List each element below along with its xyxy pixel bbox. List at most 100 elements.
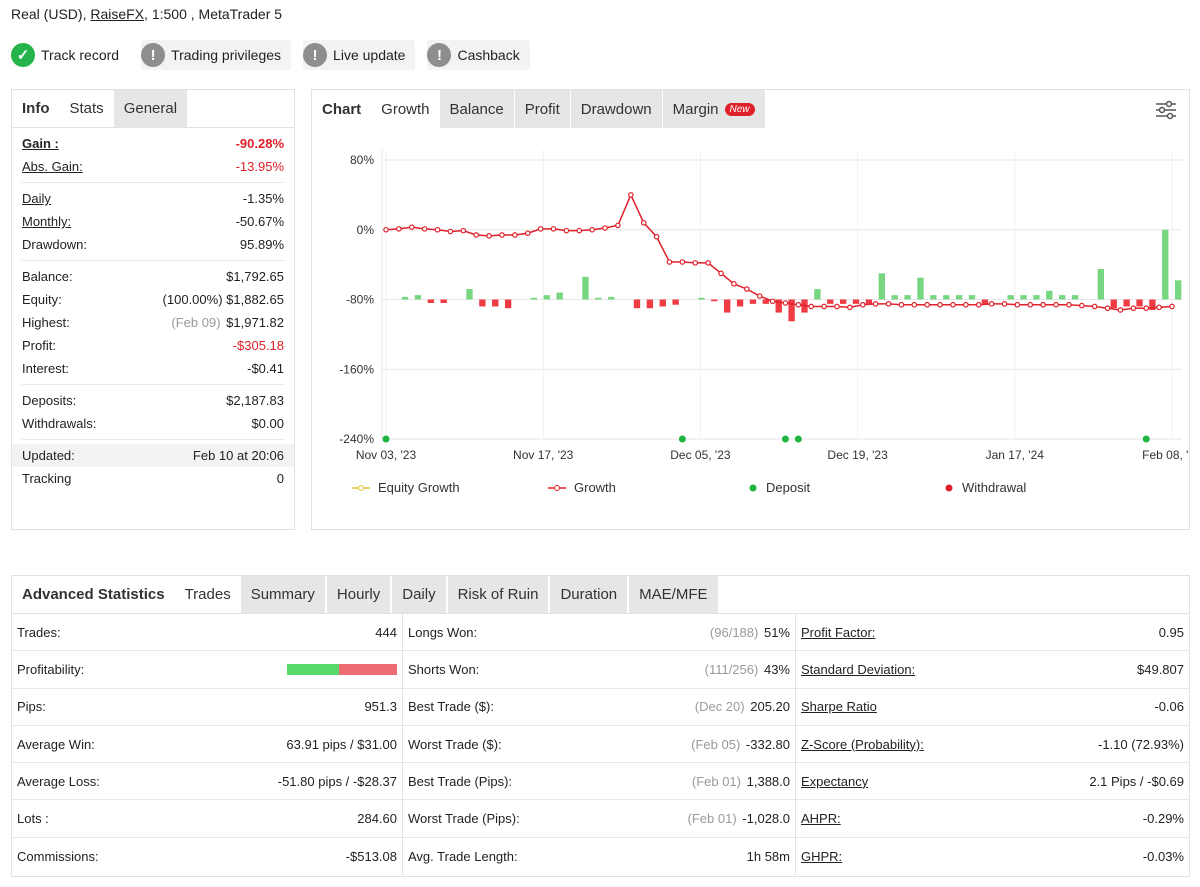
deposit-marker xyxy=(678,435,686,443)
badge-track-record[interactable]: ✓ Track record xyxy=(11,40,129,70)
badge-trading-privileges[interactable]: ! Trading privileges xyxy=(141,40,292,70)
chart-tabs: Chart Growth Balance Profit Drawdown Mar… xyxy=(312,90,1189,128)
stat-row: Trades: 444 xyxy=(12,614,402,652)
growth-point xyxy=(563,227,570,234)
growth-point xyxy=(550,226,557,232)
tab-mae-mfe[interactable]: MAE/MFE xyxy=(629,576,720,613)
growth-point xyxy=(1027,301,1034,308)
tab-profit[interactable]: Profit xyxy=(514,90,571,128)
leverage-platform: , 1:500 , MetaTrader 5 xyxy=(144,6,283,22)
stat-row: Average Win: 63.91 pips / $31.00 xyxy=(12,726,402,764)
tab-summary[interactable]: Summary xyxy=(240,576,327,613)
growth-point xyxy=(692,260,699,266)
tab-hourly[interactable]: Hourly xyxy=(326,576,393,613)
growth-point xyxy=(408,224,415,230)
profitability-bar xyxy=(287,663,397,675)
growth-point xyxy=(628,192,634,198)
deposit-marker xyxy=(382,435,390,443)
stat-row: Best Trade (Pips): (Feb 01) 1,388.0 xyxy=(403,763,795,801)
tab-drawdown[interactable]: Drawdown xyxy=(570,90,663,128)
profit-bar xyxy=(1020,295,1027,300)
legend-equity-growth[interactable]: Equity Growth xyxy=(352,480,548,495)
tab-margin[interactable]: Margin New xyxy=(662,90,766,128)
growth-point xyxy=(396,226,402,232)
legend-growth[interactable]: Growth xyxy=(548,480,748,495)
growth-point xyxy=(769,298,776,305)
chart-panel: Chart Growth Balance Profit Drawdown Mar… xyxy=(311,89,1190,530)
info-tabs: Info Stats General xyxy=(12,90,294,128)
profit-bar xyxy=(543,295,550,300)
growth-line xyxy=(385,193,1173,311)
tab-trades[interactable]: Trades xyxy=(175,576,241,613)
profit-bar xyxy=(891,295,898,300)
tab-growth[interactable]: Growth xyxy=(371,90,440,128)
profit-bar xyxy=(711,299,718,302)
highest-row: Highest: (Feb 09) $1,971.82 xyxy=(22,315,284,330)
stat-row: AHPR: -0.29% xyxy=(796,800,1189,838)
monthly-row: Monthly: -50.67% xyxy=(22,214,284,229)
exclamation-icon: ! xyxy=(427,43,452,67)
info-panel: Info Stats General Gain : -90.28% Abs. G… xyxy=(11,89,295,530)
stats-title: Advanced Statistics xyxy=(22,586,165,603)
x-tick-label: Feb 08, '24 xyxy=(1142,448,1189,462)
tracking-row: Tracking 0 xyxy=(22,471,284,486)
growth-point xyxy=(963,301,969,308)
profit-bar xyxy=(1007,295,1014,300)
profit-bar xyxy=(1175,280,1182,300)
stat-row: Commissions: -$513.08 xyxy=(17,848,397,864)
x-tick-label: Nov 17, '23 xyxy=(513,448,574,462)
profit-bar xyxy=(904,295,911,300)
tab-risk-of-ruin[interactable]: Risk of Ruin xyxy=(447,576,551,613)
growth-point xyxy=(486,233,492,239)
profit-bar xyxy=(1110,299,1117,309)
growth-point xyxy=(834,303,840,310)
growth-point xyxy=(537,226,544,232)
growth-point xyxy=(524,230,531,237)
growth-point xyxy=(447,228,454,235)
y-tick-label: -240% xyxy=(339,432,374,446)
stat-row: Avg. Trade Length: 1h 58m xyxy=(408,848,790,864)
growth-point xyxy=(460,227,467,234)
tab-daily[interactable]: Daily xyxy=(392,576,448,613)
growth-point xyxy=(821,303,827,310)
profit-bar xyxy=(582,276,589,300)
y-tick-label: -80% xyxy=(346,293,374,307)
account-header: Real (USD), RaiseFX, 1:500 , MetaTrader … xyxy=(11,6,282,22)
tab-duration[interactable]: Duration xyxy=(550,576,630,613)
stat-row: GHPR: -0.03% xyxy=(801,848,1184,864)
growth-point xyxy=(731,281,737,287)
tab-info[interactable]: Info xyxy=(12,90,60,127)
broker-link[interactable]: RaiseFX xyxy=(90,6,144,22)
settings-sliders-icon[interactable] xyxy=(1155,100,1177,120)
stats-column-1: Trades: 444 Profitability: Pips: 951.3 Ave… xyxy=(12,614,403,876)
profit-bar xyxy=(672,299,679,305)
badge-cashback[interactable]: ! Cashback xyxy=(427,40,530,70)
deposit-marker xyxy=(794,435,802,443)
growth-point xyxy=(473,232,479,238)
profit-bar xyxy=(839,299,847,304)
profit-bar xyxy=(852,299,860,304)
growth-point xyxy=(1066,301,1072,308)
profit-bar xyxy=(749,299,757,304)
profit-bar xyxy=(427,299,434,303)
deposits-row: Deposits: $2,187.83 xyxy=(22,393,284,408)
tab-stats[interactable]: Stats xyxy=(60,90,114,127)
tab-balance[interactable]: Balance xyxy=(439,90,515,128)
badge-live-update[interactable]: ! Live update xyxy=(303,40,416,70)
stat-row: Profitability: xyxy=(12,651,402,689)
growth-point xyxy=(859,301,866,308)
growth-point xyxy=(653,233,660,240)
exclamation-icon: ! xyxy=(303,43,328,67)
tab-general[interactable]: General xyxy=(113,90,188,127)
x-tick-label: Dec 19, '23 xyxy=(827,448,888,462)
stat-row: Worst Trade ($): (Feb 05) -332.80 xyxy=(403,726,795,764)
growth-point xyxy=(421,226,428,232)
legend-withdrawal[interactable]: Withdrawal xyxy=(944,480,1026,495)
profit-bar xyxy=(827,299,834,304)
withdrawals-row: Withdrawals: $0.00 xyxy=(22,416,284,431)
chart-legend: Equity Growth Growth Deposit Withdrawal xyxy=(352,480,1026,495)
legend-deposit[interactable]: Deposit xyxy=(748,480,944,495)
profit-bar xyxy=(943,295,950,300)
profit-bar xyxy=(646,299,654,309)
growth-point xyxy=(988,301,995,307)
